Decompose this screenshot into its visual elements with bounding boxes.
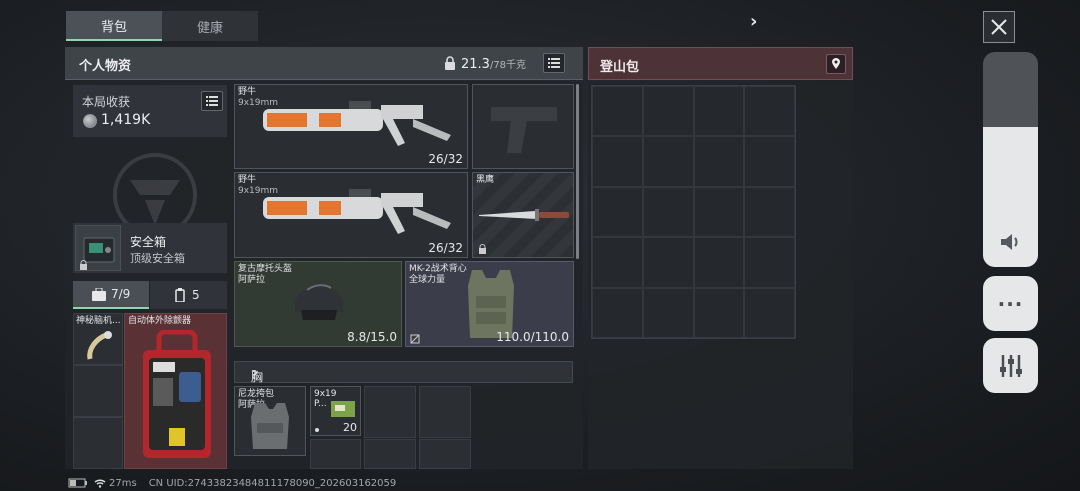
no-repair-icon xyxy=(410,334,420,344)
chest-rig-empty-slot[interactable] xyxy=(364,439,416,469)
chest-rig-empty-slot[interactable] xyxy=(419,439,471,469)
climbing-bag-grid[interactable] xyxy=(591,85,796,339)
helmet-icon xyxy=(295,284,343,320)
speaker-icon xyxy=(1001,234,1018,250)
rig-icon xyxy=(251,403,289,449)
settings-button[interactable] xyxy=(983,338,1038,393)
chest-rig-empty-slot[interactable] xyxy=(364,386,416,438)
pocket-item-label: 神秘脑机... xyxy=(76,316,121,326)
melee-name: 黑鹰 xyxy=(476,175,495,185)
armor-maker: 全球力量 xyxy=(409,275,446,285)
ammo-count: 20 xyxy=(343,421,357,434)
armor-durability: 110.0/110.0 xyxy=(496,330,569,344)
helmet-name: 复古摩托头盔 xyxy=(238,264,293,274)
help-icon[interactable]: ? xyxy=(251,368,257,382)
safe-box-subtitle: 顶级安全箱 xyxy=(130,252,185,265)
climbing-bag-header: 登山包 xyxy=(588,47,853,80)
locate-button[interactable] xyxy=(826,54,846,74)
volume-slider[interactable] xyxy=(983,52,1038,267)
ammo-item-slot[interactable]: 9x19 P... 20 xyxy=(310,386,361,436)
pocket-slot[interactable] xyxy=(73,365,123,417)
pistol-silhouette-icon xyxy=(491,107,557,153)
status-bar: 27ms CN UID:27433823484811178090_2026031… xyxy=(68,476,396,490)
coin-icon xyxy=(83,114,97,128)
tab-health[interactable]: 健康 xyxy=(162,11,258,41)
pocket-slot[interactable]: 神秘脑机... xyxy=(73,313,123,365)
smg-icon xyxy=(263,101,451,146)
primary-weapon-slot[interactable]: 野牛 9x19mm 26/32 xyxy=(234,84,468,169)
safe-box-slot[interactable]: 安全箱 顶级安全箱 xyxy=(73,223,227,273)
backpack-icon xyxy=(92,287,106,301)
melee-slot[interactable]: 黑鹰 xyxy=(472,172,574,258)
location-pin-icon xyxy=(832,58,840,69)
smg-icon xyxy=(263,189,451,234)
lock-icon xyxy=(445,56,455,70)
battery-icon xyxy=(68,478,87,488)
tab-backpack[interactable]: 背包 xyxy=(66,11,162,41)
weapon-name: 野牛 xyxy=(238,87,257,97)
chest-rig-slot[interactable]: 尼龙挎包 阿萨拉 xyxy=(234,386,306,456)
more-button[interactable]: ··· xyxy=(983,276,1038,331)
chest-rig-header: 胸挂：1/8 ? xyxy=(234,361,573,416)
earnings-box: 本局收获 1,419K xyxy=(73,85,227,137)
sliders-icon xyxy=(999,354,1022,377)
ammo-count: 26/32 xyxy=(428,152,463,166)
ammo-box-icon xyxy=(331,401,355,417)
aed-icon xyxy=(143,330,211,458)
secondary-weapon-slot[interactable]: 野牛 9x19mm 26/32 xyxy=(234,172,468,258)
weapon-name: 野牛 xyxy=(238,175,257,185)
sidearm-slot[interactable] xyxy=(472,84,574,169)
ammo-count: 26/32 xyxy=(428,241,463,255)
tab-ammo[interactable]: 5 xyxy=(150,281,227,309)
close-button[interactable] xyxy=(983,11,1015,43)
aed-label: 自动体外除颤器 xyxy=(128,316,192,326)
pocket-slot[interactable] xyxy=(73,417,123,469)
list-icon xyxy=(548,58,560,68)
close-icon xyxy=(991,19,1007,35)
armor-name: MK-2战术背心 xyxy=(409,264,467,274)
brain-chip-icon xyxy=(87,331,112,360)
earnings-value: 1,419K xyxy=(101,112,151,128)
chest-rig-empty-slot[interactable] xyxy=(310,439,361,469)
list-icon xyxy=(206,96,218,106)
knife-icon xyxy=(479,209,569,221)
weight-readout: 21.3/78千克 xyxy=(461,57,527,72)
uid-text: CN UID:27433823484811178090_202603162059 xyxy=(148,477,397,489)
more-icon: ··· xyxy=(997,291,1024,316)
chest-rig-empty-slot[interactable] xyxy=(419,386,471,438)
sort-list-button[interactable] xyxy=(543,53,565,73)
ammo-sub: P... xyxy=(314,399,327,409)
personal-items-header: 个人物资 21.3/78千克 xyxy=(65,47,583,80)
ping-value: 27ms xyxy=(109,477,137,489)
chevron-right-icon[interactable]: › xyxy=(750,11,757,32)
earnings-detail-button[interactable] xyxy=(201,91,223,111)
aed-slot[interactable]: 自动体外除颤器 xyxy=(124,313,227,469)
tab-pockets[interactable]: 7/9 xyxy=(73,281,149,309)
helmet-maker: 阿萨拉 xyxy=(238,275,266,285)
panel-title: 个人物资 xyxy=(79,59,132,74)
helmet-slot[interactable]: 复古摩托头盔 阿萨拉 8.8/15.0 xyxy=(234,261,402,347)
safe-box-image xyxy=(75,225,121,271)
armor-slot[interactable]: MK-2战术背心 全球力量 110.0/110.0 xyxy=(405,261,574,347)
scrollbar[interactable] xyxy=(576,84,579,259)
lock-icon xyxy=(80,260,87,270)
helmet-durability: 8.8/15.0 xyxy=(347,330,397,344)
safe-box-name: 安全箱 xyxy=(130,235,167,249)
ammo-icon xyxy=(175,288,185,302)
dot-indicator xyxy=(315,428,319,432)
bag-title: 登山包 xyxy=(600,60,640,75)
wifi-icon xyxy=(94,479,106,488)
lock-icon xyxy=(479,244,486,254)
earnings-label: 本局收获 xyxy=(82,95,131,109)
